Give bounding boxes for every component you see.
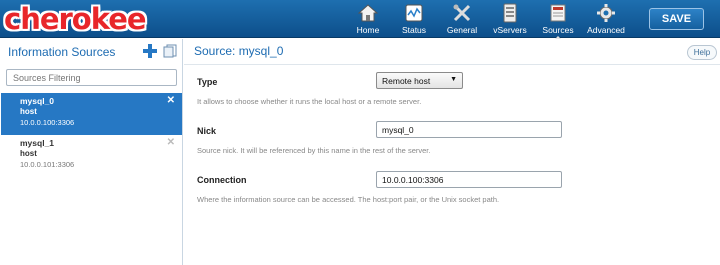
nav-general[interactable]: General (439, 3, 485, 36)
nav-sources[interactable]: Sources (535, 3, 581, 40)
delete-icon[interactable]: ✕ (167, 137, 175, 148)
sidebar-title: Information Sources (8, 45, 116, 59)
general-icon (453, 4, 471, 22)
source-name: mysql_1 (20, 138, 55, 148)
type-description: It allows to choose whether it runs the … (197, 97, 422, 106)
type-select[interactable]: Remote host ▼ (376, 72, 463, 89)
help-button[interactable]: Help (687, 45, 717, 60)
source-name: mysql_0 (20, 96, 55, 106)
connection-label: Connection (197, 175, 247, 185)
connection-input[interactable]: 10.0.0.100:3306 (376, 171, 562, 188)
dropdown-arrow-icon: ▼ (450, 76, 457, 83)
sidebar: Information Sources mysql_0 host 10.0.0.… (0, 39, 183, 265)
sources-icon (550, 4, 566, 22)
cherokee-logo[interactable]: cherokee (4, 2, 147, 36)
nav-home[interactable]: Home (345, 3, 391, 36)
source-address: 10.0.0.101:3306 (20, 160, 75, 169)
connection-description: Where the information source can be acce… (197, 195, 500, 204)
source-type: host (20, 107, 37, 116)
vservers-icon (503, 3, 517, 23)
nick-description: Source nick. It will be referenced by th… (197, 146, 431, 155)
save-button[interactable]: SAVE (649, 8, 704, 30)
nav-vservers-label: vServers (493, 25, 527, 35)
nav-status[interactable]: Status (391, 3, 437, 36)
clone-icon[interactable] (163, 44, 177, 58)
nav-status-label: Status (401, 25, 427, 35)
nav-advanced[interactable]: Advanced (583, 3, 629, 36)
main-header: Source: mysql_0 Help (184, 39, 720, 65)
nav-vservers[interactable]: vServers (487, 3, 533, 36)
status-icon (405, 4, 423, 22)
type-select-value: Remote host (382, 76, 431, 86)
type-label: Type (197, 77, 218, 87)
source-item-mysql-0[interactable]: mysql_0 host 10.0.0.100:3306 ✕ (1, 93, 182, 135)
nav-home-label: Home (356, 25, 380, 35)
home-icon (358, 4, 378, 22)
nick-input[interactable]: mysql_0 (376, 121, 562, 138)
delete-icon[interactable]: ✕ (167, 95, 175, 106)
top-bar: cherokee Home Status General vServers So… (0, 0, 720, 40)
nav-sources-label: Sources (542, 25, 574, 35)
sources-filter-input[interactable] (6, 69, 177, 86)
source-item-mysql-1[interactable]: mysql_1 host 10.0.0.101:3306 ✕ (1, 135, 182, 177)
nav-general-label: General (446, 25, 478, 35)
main-panel: Source: mysql_0 Help Type Remote host ▼ … (184, 39, 720, 265)
nav-advanced-label: Advanced (587, 25, 625, 35)
advanced-icon (597, 4, 615, 22)
add-icon[interactable] (143, 44, 157, 58)
source-address: 10.0.0.100:3306 (20, 118, 75, 127)
page-title: Source: mysql_0 (194, 44, 284, 58)
nick-label: Nick (197, 126, 217, 136)
source-type: host (20, 149, 37, 158)
